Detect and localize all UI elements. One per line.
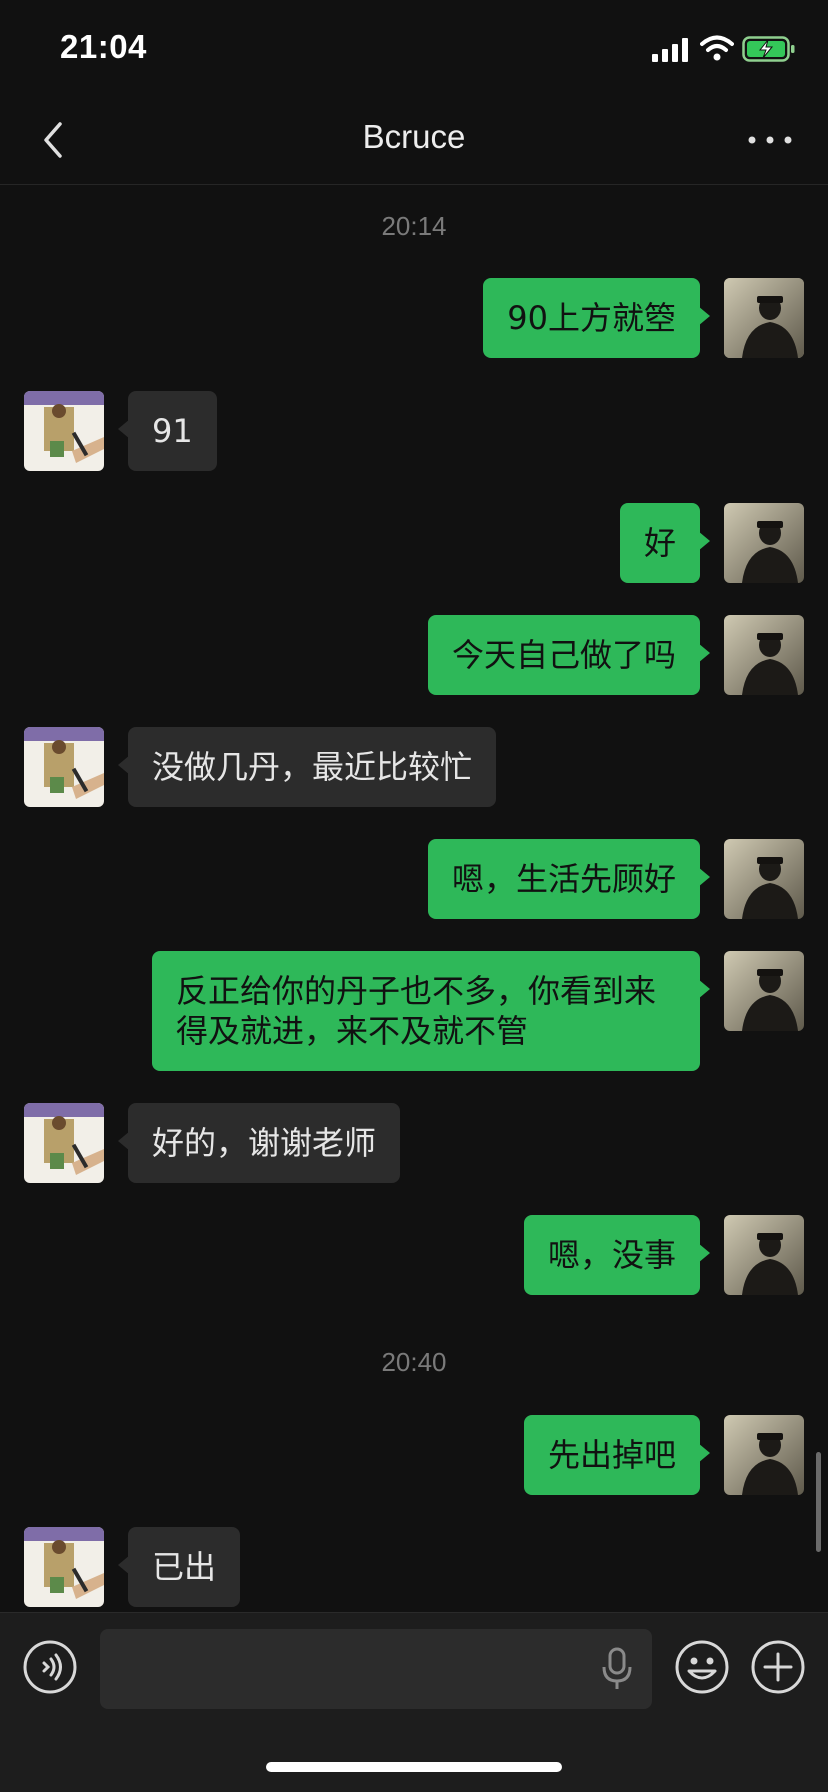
my-avatar[interactable] [724,1415,804,1495]
outgoing-message[interactable]: 反正给你的丹子也不多，你看到来得及就进，来不及就不管 [152,951,710,1071]
battery-charging-icon [742,36,795,62]
chat-screen: 21:04 Bcruce 20:14 90上方就箜 91 好 今天自己做了吗 没… [0,0,828,1792]
my-avatar[interactable] [724,278,804,358]
status-time: 21:04 [60,28,147,65]
contact-avatar[interactable] [24,391,104,471]
nav-bar: Bcruce [0,96,828,185]
status-bar: 21:04 [0,0,828,96]
incoming-message[interactable]: 没做几丹，最近比较忙 [117,727,497,807]
contact-avatar[interactable] [24,1103,104,1183]
outgoing-message[interactable]: 好 [619,503,711,583]
my-avatar[interactable] [724,503,804,583]
my-avatar[interactable] [724,839,804,919]
message-list[interactable]: 20:14 90上方就箜 91 好 今天自己做了吗 没做几丹，最近比较忙 嗯，生… [0,185,828,1612]
outgoing-message[interactable]: 90上方就箜 [483,278,710,358]
my-avatar[interactable] [724,951,804,1031]
more-icon[interactable] [742,116,798,164]
voice-icon[interactable] [22,1639,78,1695]
outgoing-message[interactable]: 嗯，生活先顾好 [427,839,711,919]
incoming-message[interactable]: 已出 [117,1527,241,1607]
scrollbar[interactable] [816,1452,821,1552]
chat-title: Bcruce [362,118,466,155]
cellular-signal-icon [652,38,688,62]
time-label: 20:14 [381,211,447,241]
outgoing-message[interactable]: 先出掉吧 [523,1415,711,1495]
plus-icon[interactable] [750,1639,806,1695]
incoming-message[interactable]: 91 [118,391,217,471]
incoming-message[interactable]: 好的，谢谢老师 [117,1103,401,1183]
my-avatar[interactable] [724,1215,804,1295]
my-avatar[interactable] [724,615,804,695]
home-indicator[interactable] [266,1762,562,1772]
wifi-icon [700,35,734,61]
emoji-icon[interactable] [674,1639,730,1695]
contact-avatar[interactable] [24,727,104,807]
microphone-icon[interactable] [600,1647,634,1691]
message-input[interactable] [100,1629,652,1709]
contact-avatar[interactable] [24,1527,104,1607]
outgoing-message[interactable]: 今天自己做了吗 [427,615,711,695]
time-label: 20:40 [381,1347,447,1377]
outgoing-message[interactable]: 嗯，没事 [523,1215,711,1295]
